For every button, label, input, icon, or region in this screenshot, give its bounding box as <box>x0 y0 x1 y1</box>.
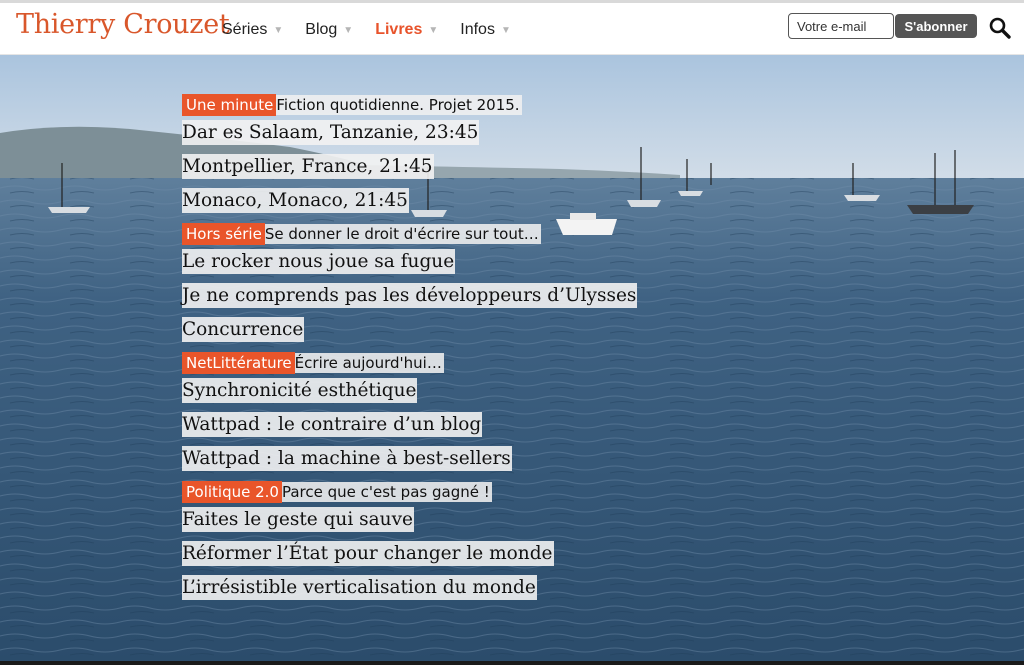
article-link[interactable]: Réformer l’État pour changer le monde <box>182 541 554 566</box>
nav-label: Infos <box>460 21 495 38</box>
subscribe-button[interactable]: S'abonner <box>895 14 977 38</box>
email-field[interactable] <box>788 13 894 39</box>
section-une-minute: Une minute Fiction quotidienne. Projet 2… <box>182 94 782 213</box>
article-link[interactable]: Concurrence <box>182 317 305 342</box>
article-link[interactable]: Le rocker nous joue sa fugue <box>182 249 456 274</box>
section-header: Une minute Fiction quotidienne. Projet 2… <box>182 94 782 116</box>
nav-item-blog[interactable]: Blog ▼ <box>305 21 353 39</box>
article-link[interactable]: Monaco, Monaco, 21:45 <box>182 188 409 213</box>
article-link[interactable]: Je ne comprends pas les développeurs d’U… <box>182 283 638 308</box>
category-tag[interactable]: Une minute <box>182 94 277 116</box>
article-link[interactable]: L’irrésistible verticalisation du monde <box>182 575 537 600</box>
category-description: Fiction quotidienne. Projet 2015. <box>276 95 522 115</box>
chevron-down-icon: ▼ <box>500 24 511 36</box>
chevron-down-icon: ▼ <box>273 24 284 36</box>
nav-label: Livres <box>375 21 423 38</box>
section-header: Politique 2.0 Parce que c'est pas gagné … <box>182 481 782 503</box>
category-tag[interactable]: Hors série <box>182 223 265 245</box>
category-description: Parce que c'est pas gagné ! <box>281 482 492 502</box>
section-header: Hors série Se donner le droit d'écrire s… <box>182 223 782 245</box>
section-politique: Politique 2.0 Parce que c'est pas gagné … <box>182 481 782 600</box>
chevron-down-icon: ▼ <box>428 24 439 36</box>
section-header: NetLittérature Écrire aujourd'hui… <box>182 352 782 374</box>
article-link[interactable]: Montpellier, France, 21:45 <box>182 154 434 179</box>
category-tag[interactable]: Politique 2.0 <box>182 481 282 503</box>
site-logo[interactable]: Thierry Crouzet <box>16 9 230 40</box>
bottom-edge <box>0 661 1024 665</box>
nav-item-livres[interactable]: Livres ▼ <box>375 21 438 39</box>
section-netlitterature: NetLittérature Écrire aujourd'hui… Synch… <box>182 352 782 471</box>
section-hors-serie: Hors série Se donner le droit d'écrire s… <box>182 223 782 342</box>
category-tag[interactable]: NetLittérature <box>182 352 295 374</box>
search-icon[interactable] <box>988 16 1012 40</box>
nav-label: Blog <box>305 21 338 38</box>
nav-label: Séries <box>222 21 268 38</box>
nav-item-infos[interactable]: Infos ▼ <box>460 21 511 39</box>
featured-sections: Une minute Fiction quotidienne. Projet 2… <box>182 94 782 610</box>
article-link[interactable]: Faites le geste qui sauve <box>182 507 414 532</box>
main-nav: Séries ▼ Blog ▼ Livres ▼ Infos ▼ <box>222 21 533 39</box>
article-link[interactable]: Wattpad : le contraire d’un blog <box>182 412 483 437</box>
article-link[interactable]: Wattpad : la machine à best-sellers <box>182 446 512 471</box>
article-link[interactable]: Dar es Salaam, Tanzanie, 23:45 <box>182 120 480 145</box>
article-link[interactable]: Synchronicité esthétique <box>182 378 418 403</box>
nav-item-series[interactable]: Séries ▼ <box>222 21 283 39</box>
category-description: Écrire aujourd'hui… <box>294 353 444 373</box>
chevron-down-icon: ▼ <box>343 24 354 36</box>
site-header: Thierry Crouzet Séries ▼ Blog ▼ Livres ▼… <box>0 3 1024 55</box>
category-description: Se donner le droit d'écrire sur tout… <box>264 224 541 244</box>
